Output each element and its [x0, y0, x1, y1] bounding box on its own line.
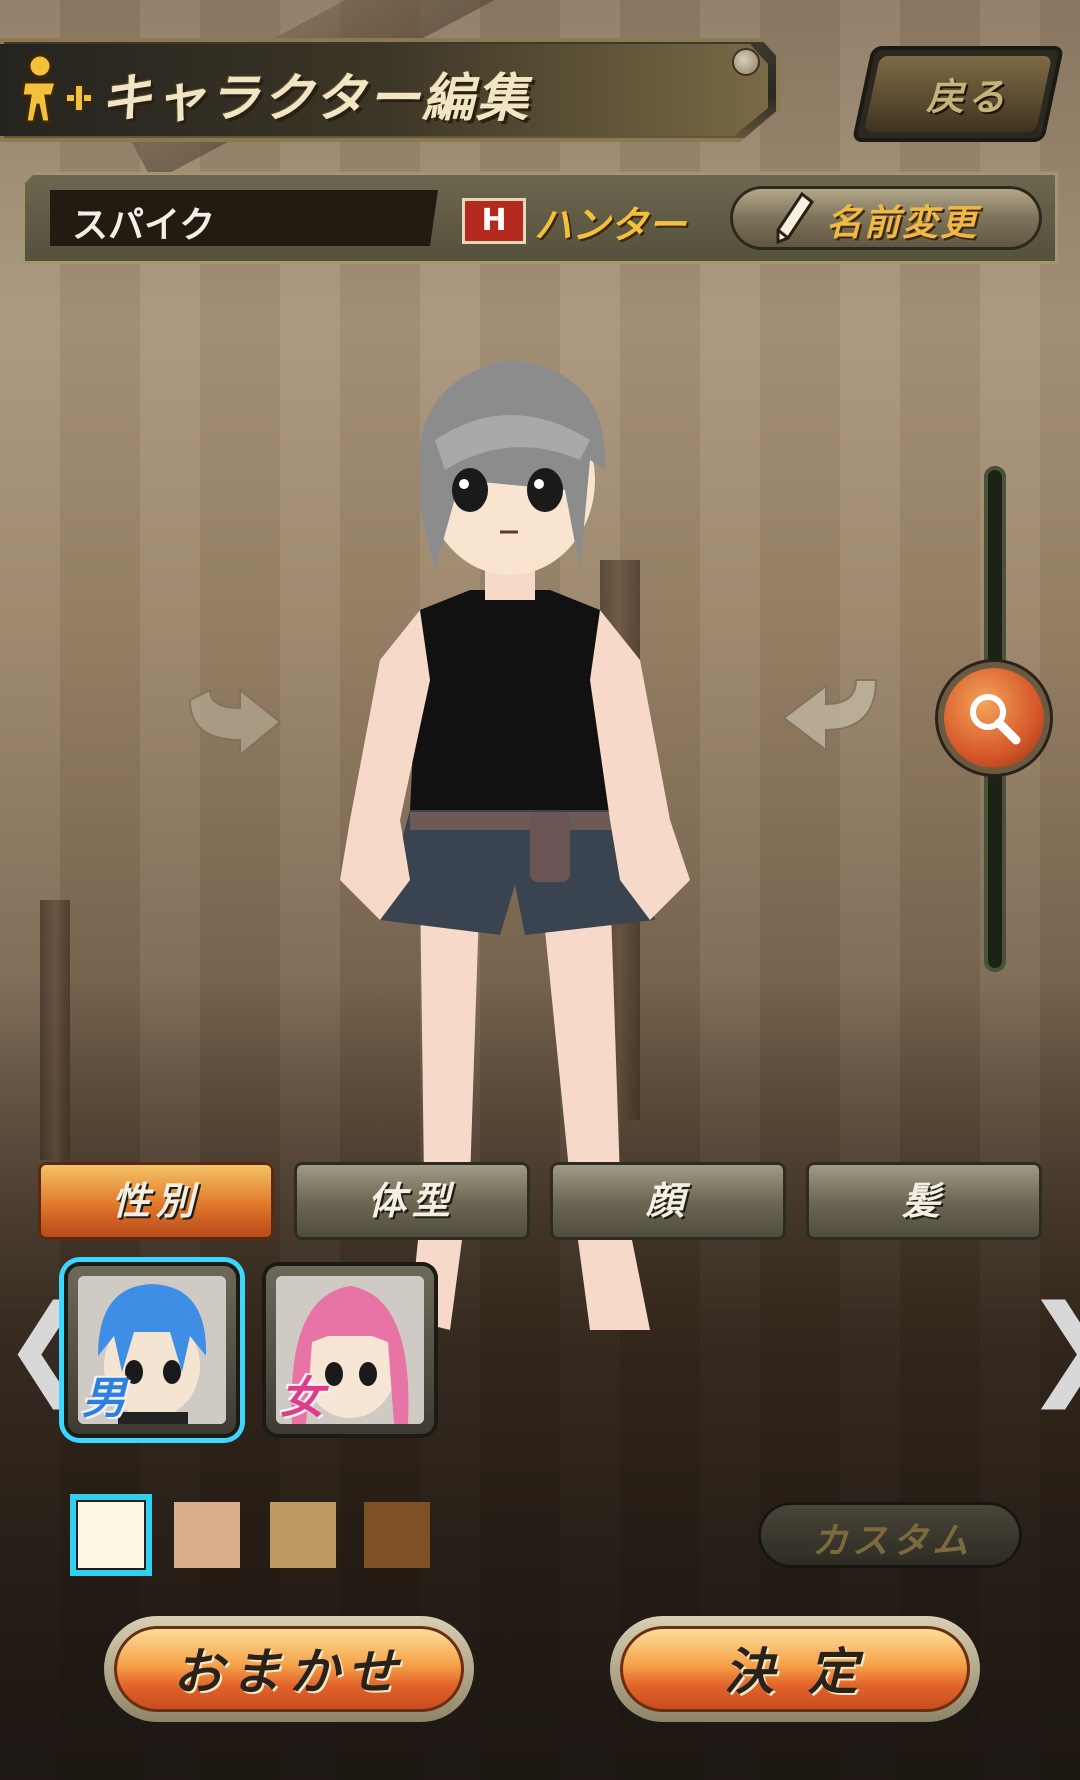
tab-gender[interactable]: 性別 [38, 1162, 274, 1240]
character-name: スパイク [72, 205, 216, 246]
class-badge: H [462, 198, 526, 244]
rotate-left-icon[interactable] [180, 660, 290, 760]
male-label: 男 [82, 1373, 126, 1424]
skin-color-swatch-3[interactable] [270, 1502, 336, 1568]
skin-color-swatch-2[interactable] [174, 1502, 240, 1568]
female-label: 女 [280, 1373, 324, 1424]
tab-body-type[interactable]: 体型 [294, 1162, 530, 1240]
zoom-slider-handle[interactable] [944, 668, 1044, 768]
rename-button-label[interactable]: 名前変更 [826, 194, 978, 246]
back-button-label[interactable]: 戻る [926, 66, 1008, 121]
tab-hair[interactable]: 髪 [806, 1162, 1042, 1240]
skin-color-swatch-4[interactable] [364, 1502, 430, 1568]
random-button-label[interactable]: おまかせ [104, 1632, 474, 1704]
add-person-icon [20, 53, 93, 124]
screw-decoration [732, 48, 760, 76]
previous-arrow-icon[interactable]: ❮ [2, 1290, 94, 1400]
confirm-button[interactable]: 決 定 [610, 1616, 980, 1722]
custom-color-label[interactable]: カスタム [812, 1512, 972, 1564]
magnifier-icon [970, 694, 1021, 745]
random-button[interactable]: おまかせ [104, 1616, 474, 1722]
class-name: ハンター [534, 203, 687, 247]
page-title: キャラクター編集 [100, 69, 530, 129]
tab-face[interactable]: 顔 [550, 1162, 786, 1240]
skin-color-swatch-1[interactable] [70, 1494, 152, 1576]
next-arrow-icon[interactable]: ❯ [1024, 1290, 1080, 1400]
background-pillar [40, 900, 70, 1160]
confirm-button-label[interactable]: 決 定 [610, 1632, 980, 1704]
gender-option-male[interactable]: 男 [64, 1262, 240, 1438]
gender-option-female[interactable]: 女 [262, 1262, 438, 1438]
rotate-right-icon[interactable] [776, 660, 886, 760]
pencil-icon[interactable] [774, 192, 814, 244]
